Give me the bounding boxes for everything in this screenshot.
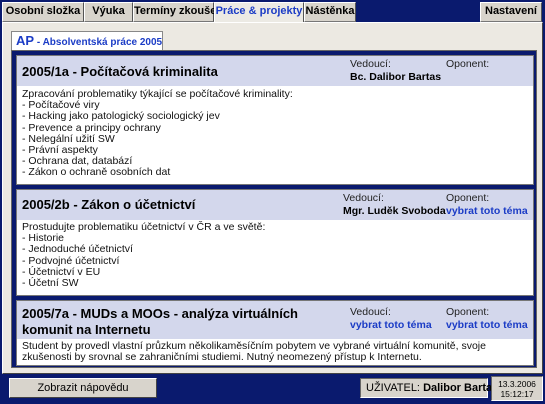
project-description: Zpracování problematiky týkající se počí…	[22, 88, 293, 179]
tab-prace-projekty[interactable]: Práce & projekty	[214, 2, 304, 23]
select-topic-link[interactable]: vybrat toto téma	[446, 319, 528, 331]
clock-time: 15:12:17	[500, 389, 534, 399]
description-line: - Hacking jako patologický sociologický …	[22, 110, 220, 123]
select-topic-link[interactable]: vybrat toto téma	[446, 205, 528, 217]
opponent-label: Oponent:	[446, 306, 490, 318]
project-card: 2005/7a - MUDs a MOOs - analýza virtuáln…	[16, 300, 534, 366]
project-title: 2005/1a - Počítačová kriminalita	[22, 64, 218, 79]
select-topic-link[interactable]: vybrat toto téma	[350, 319, 432, 331]
subtab-absolventska-prace[interactable]: AP - Absolventská práce 2005	[11, 31, 163, 50]
project-description: Student by provedl vlastní průzkum někol…	[22, 340, 527, 364]
subtab-separator: -	[34, 37, 43, 48]
supervisor-label: Vedoucí:	[343, 192, 384, 204]
description-line: - Jednoduché účetnictví	[22, 243, 133, 256]
supervisor-label: Vedoucí:	[350, 58, 391, 70]
top-tab-bar: Osobní složka Výuka Termíny zkoušek Prác…	[0, 0, 545, 23]
tab-osobni-slozka[interactable]: Osobní složka	[2, 2, 84, 22]
user-info: UŽIVATEL: Dalibor Bartas	[360, 378, 498, 398]
user-name: Dalibor Bartas	[423, 382, 499, 394]
main-panel: AP - Absolventská práce 2005 2005/1a - P…	[2, 22, 543, 374]
project-title-line: komunit na Internetu	[22, 322, 151, 337]
tab-terminy-zkousek[interactable]: Termíny zkoušek	[133, 2, 222, 22]
supervisor-label: Vedoucí:	[350, 306, 391, 318]
project-card: 2005/2b - Zákon o účetnictví Vedoucí: Op…	[16, 189, 534, 296]
opponent-label: Oponent:	[446, 58, 490, 70]
description-line: - Zákon o ochraně osobních dat	[22, 166, 171, 179]
description-text: Student by provedl vlastní průzkum někol…	[22, 340, 486, 364]
tab-vyuka[interactable]: Výuka	[84, 2, 133, 22]
projects-list[interactable]: 2005/1a - Počítačová kriminalita Vedoucí…	[11, 50, 537, 368]
project-title: 2005/7a - MUDs a MOOs - analýza virtuáln…	[22, 306, 298, 338]
tab-nastaveni[interactable]: Nastavení	[480, 2, 542, 22]
project-title-line: 2005/7a - MUDs a MOOs - analýza virtuáln…	[22, 306, 298, 321]
status-bar: Zobrazit nápovědu UŽIVATEL: Dalibor Bart…	[0, 375, 545, 404]
tab-nastenka[interactable]: Nástěnka	[304, 2, 356, 22]
subtab-code: AP	[16, 33, 35, 48]
description-line: - Účetní SW	[22, 277, 79, 290]
project-card: 2005/1a - Počítačová kriminalita Vedoucí…	[16, 55, 534, 185]
supervisor-name: Mgr. Luděk Svoboda	[343, 205, 446, 217]
project-description: Prostudujte problematiku účetnictví v ČR…	[22, 221, 265, 290]
clock-date: 13.3.2006	[498, 379, 536, 389]
opponent-label: Oponent:	[446, 192, 490, 204]
user-label: UŽIVATEL:	[366, 382, 420, 394]
supervisor-name: Bc. Dalibor Bartas	[350, 71, 442, 83]
clock: 13.3.2006 15:12:17	[491, 376, 543, 401]
subtab-label: Absolventská práce 2005	[42, 37, 163, 48]
show-help-button[interactable]: Zobrazit nápovědu	[9, 378, 157, 398]
project-title: 2005/2b - Zákon o účetnictví	[22, 197, 196, 212]
